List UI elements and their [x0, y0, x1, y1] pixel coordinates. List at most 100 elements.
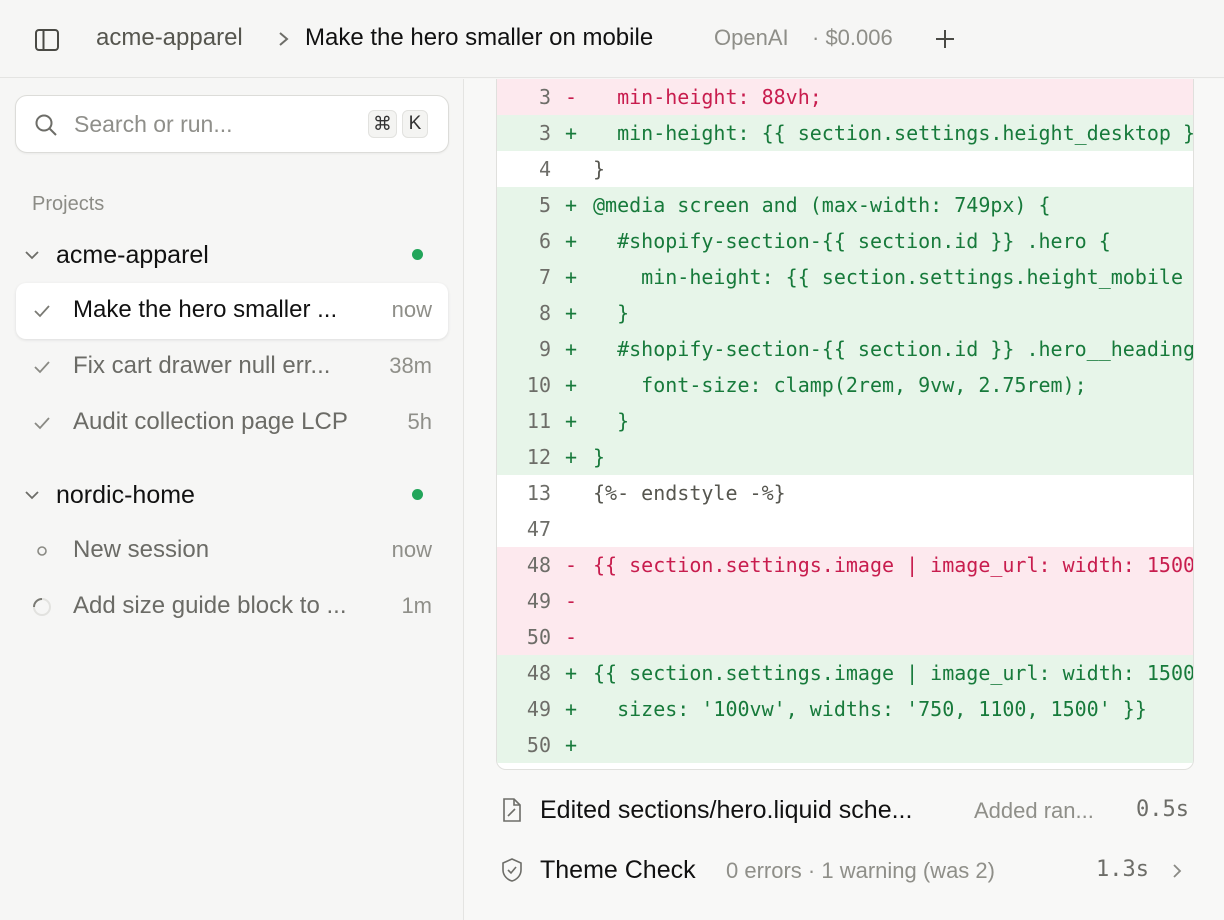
diff-line-num: 3 — [538, 85, 551, 109]
project-nordic-home[interactable]: nordic-home — [24, 477, 195, 513]
diff-view[interactable]: 3- min-height: 88vh; 3 + min-height: {{ se… — [496, 79, 1194, 770]
step-title: Edited sections/hero.liquid sche... — [540, 796, 913, 824]
step-row-theme-check[interactable]: Theme Check 0 errors · 1 warning (was 2)… — [496, 842, 1192, 898]
diff-line-sign: + — [565, 733, 578, 757]
diff-line-sign: + — [565, 193, 578, 217]
diff-line-code: font-size: clamp(2rem, 9vw, 2.75rem); — [593, 373, 1087, 397]
session-item[interactable]: Make the hero smaller ... now — [16, 283, 448, 339]
diff-line-num: 48 — [526, 553, 551, 577]
diff-line-num: 48 — [526, 661, 551, 685]
diff-line: 10 + font-size: clamp(2rem, 9vw, 2.75rem)… — [497, 367, 1193, 403]
file-edit-icon — [503, 798, 521, 822]
sidebar-toggle-icon[interactable] — [34, 27, 60, 53]
project-status-dot — [412, 249, 423, 260]
diff-line-sign: + — [565, 265, 578, 289]
check-icon — [34, 305, 50, 318]
diff-line: 9 + #shopify-section-{{ section.id }} .he… — [497, 331, 1193, 367]
session-item[interactable]: Add size guide block to ... 1m — [16, 579, 448, 635]
diff-line-sign: - — [565, 625, 578, 649]
session-time: 38m — [389, 353, 432, 378]
diff-line: 49 + sizes: '100vw', widths: '750, 1100, … — [497, 691, 1193, 727]
diff-line-sign: + — [565, 229, 578, 253]
diff-line: 50 + — [497, 727, 1193, 763]
shortcut-cmd-key: ⌘ — [368, 110, 397, 138]
check-icon — [34, 361, 50, 374]
step-duration: 1.3s — [1096, 857, 1149, 882]
diff-line-num: 4 — [538, 157, 551, 181]
diff-line: 47 — [497, 511, 1193, 547]
diff-line: 49- — [497, 583, 1193, 619]
shortcut-k-key: K — [402, 110, 428, 138]
project-status-dot — [412, 489, 423, 500]
session-title: Make the hero smaller on mobile — [305, 24, 654, 51]
diff-line-sign: - — [565, 553, 578, 577]
diff-line: 11 + } — [497, 403, 1193, 439]
diff-line-num: 3 — [538, 121, 551, 145]
session-title: Add size guide block to ... — [73, 592, 347, 619]
diff-line-sign: - — [565, 85, 578, 109]
diff-line-num: 11 — [526, 409, 551, 433]
diff-line: 5 + @media screen and (max-width: 749px) { — [497, 187, 1193, 223]
step-duration: 0.5s — [1136, 797, 1189, 822]
spinner-icon — [33, 598, 51, 616]
diff-line-num: 7 — [538, 265, 551, 289]
main-panel: 3- min-height: 88vh; 3 + min-height: {{ se… — [464, 79, 1224, 920]
breadcrumb-project[interactable]: acme-apparel — [96, 24, 243, 52]
diff-line-code: } — [593, 157, 606, 181]
diff-line-num: 49 — [526, 589, 551, 613]
diff-line-num: 13 — [526, 481, 551, 505]
chevron-right-icon — [279, 32, 289, 46]
session-time: now — [391, 297, 432, 322]
diff-line-num: 47 — [526, 517, 551, 541]
project-name: nordic-home — [56, 480, 195, 509]
diff-line-code: {%- endstyle -%} — [593, 481, 786, 505]
session-time: 1m — [401, 593, 432, 618]
session-title: Fix cart drawer null err... — [73, 352, 331, 379]
step-description: Added ran... — [974, 798, 1094, 823]
diff-line-num: 6 — [538, 229, 551, 253]
session-item[interactable]: Fix cart drawer null err... 38m — [16, 339, 448, 395]
diff-line: 50- — [497, 619, 1193, 655]
session-item[interactable]: New session now — [16, 523, 448, 579]
project-acme-apparel[interactable]: acme-apparel — [24, 237, 209, 273]
diff-line-code: } — [593, 301, 630, 325]
diff-line-num: 8 — [538, 301, 551, 325]
project-name: acme-apparel — [56, 240, 209, 269]
diff-line-num: 10 — [526, 373, 551, 397]
diff-line: 8 + } — [497, 295, 1193, 331]
title-bar: acme-apparel Make the hero smaller on mo… — [0, 0, 1224, 78]
diff-line-code: #shopify-section-{{ section.id }} .hero … — [593, 229, 1111, 253]
new-tab-plus-icon[interactable] — [934, 28, 956, 50]
diff-line-code: {{ section.settings.image | image_url: w… — [593, 661, 1193, 685]
diff-line-code: sizes: '100vw', widths: '750, 1100, 1500… — [593, 697, 1147, 721]
diff-line-num: 49 — [526, 697, 551, 721]
diff-line: 12 +} — [497, 439, 1193, 475]
sidebar: ⌘ K Projects acme-apparel Make the hero … — [0, 79, 464, 920]
diff-line-code: } — [593, 445, 606, 469]
diff-line: 7 + min-height: {{ section.settings.heigh… — [497, 259, 1193, 295]
search-box[interactable]: ⌘ K — [15, 95, 449, 153]
session-title: New session — [73, 536, 210, 563]
diff-line: 48-{{ section.settings.image | image_url… — [497, 547, 1193, 583]
diff-line-sign: - — [565, 589, 578, 613]
step-row-edit[interactable]: Edited sections/hero.liquid sche... Adde… — [496, 782, 1192, 838]
projects-heading: Projects — [32, 193, 105, 215]
diff-line-code: min-height: 88vh; — [593, 85, 822, 109]
session-time: now — [391, 537, 432, 562]
diff-line-sign: + — [565, 301, 578, 325]
diff-line-code: min-height: {{ section.settings.height_d… — [593, 121, 1193, 145]
diff-line-sign: + — [565, 661, 578, 685]
diff-line-sign: + — [565, 409, 578, 433]
diff-line-sign: + — [565, 337, 578, 361]
diff-line-sign: + — [565, 697, 578, 721]
session-title: Make the hero smaller ... — [73, 296, 338, 323]
diff-line: 3- min-height: 88vh; — [497, 79, 1193, 115]
diff-line-code: min-height: {{ section.settings.height_m… — [593, 265, 1193, 289]
diff-line-sign: + — [565, 373, 578, 397]
chevron-down-icon — [25, 251, 39, 260]
session-item[interactable]: Audit collection page LCP 5h — [16, 395, 448, 451]
chevron-down-icon — [25, 491, 39, 500]
provider-label: OpenAI — [714, 25, 789, 50]
diff-line: 3 + min-height: {{ section.settings.heigh… — [497, 115, 1193, 151]
search-input[interactable] — [74, 108, 354, 140]
